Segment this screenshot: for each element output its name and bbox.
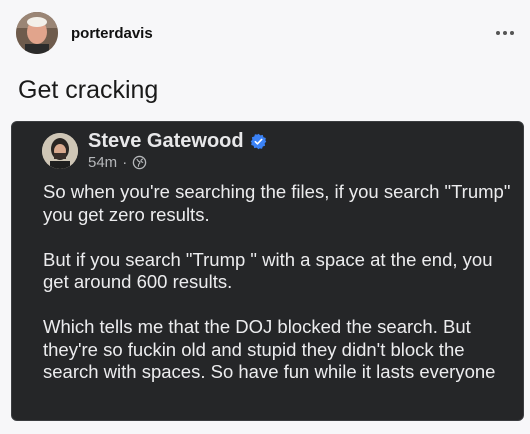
embed-paragraph: So when you're searching the files, if y… bbox=[43, 181, 511, 225]
embed-body: So when you're searching the files, if y… bbox=[43, 181, 513, 384]
post-card: porterdavis Get cracking Steve Gatewood bbox=[0, 0, 530, 434]
embed-paragraph: But if you search "Trump " with a space … bbox=[43, 248, 493, 293]
embed-avatar-image bbox=[42, 132, 78, 169]
embed-avatar[interactable] bbox=[42, 132, 78, 169]
embed-header: Steve Gatewood 54m · bbox=[42, 130, 267, 171]
globe-icon bbox=[132, 155, 147, 170]
verified-badge-icon bbox=[250, 133, 267, 150]
embed-author-name[interactable]: Steve Gatewood bbox=[88, 130, 244, 153]
embed-name-row: Steve Gatewood bbox=[88, 130, 267, 153]
embedded-post: Steve Gatewood 54m · So when you're sear… bbox=[11, 121, 524, 421]
post-header: porterdavis bbox=[16, 11, 514, 55]
embed-paragraph: Which tells me that the DOJ blocked the … bbox=[43, 316, 496, 382]
username[interactable]: porterdavis bbox=[71, 25, 153, 42]
avatar[interactable] bbox=[16, 12, 58, 54]
separator-dot: · bbox=[122, 154, 128, 171]
post-caption: Get cracking bbox=[18, 76, 159, 104]
embed-meta: Steve Gatewood 54m · bbox=[88, 130, 267, 171]
embed-timestamp[interactable]: 54m bbox=[88, 154, 117, 171]
embed-subline: 54m · bbox=[88, 154, 267, 171]
avatar-image bbox=[16, 12, 58, 54]
more-horizontal-icon[interactable] bbox=[496, 23, 514, 43]
